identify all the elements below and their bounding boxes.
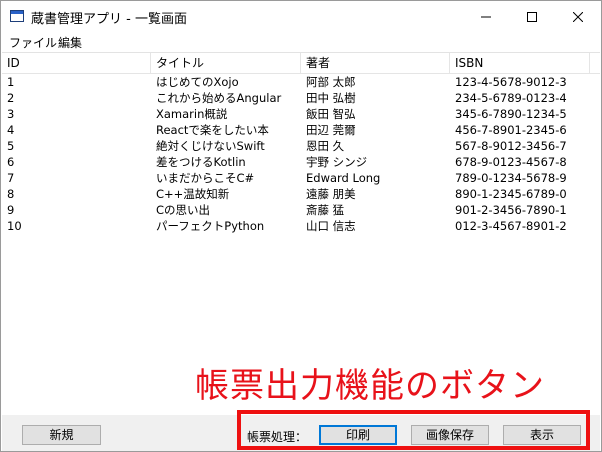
close-icon: [573, 11, 583, 22]
maximize-button[interactable]: [509, 1, 555, 32]
table-row[interactable]: 3 Xamarin概説 飯田 智弘 345-6-7890-1234-5: [2, 106, 600, 122]
table-row[interactable]: 10 パーフェクトPython 山口 信志 012-3-4567-8901-2: [2, 218, 600, 234]
table-row[interactable]: 8 C++温故知新 遠藤 朋美 890-1-2345-6789-0: [2, 186, 600, 202]
cell-author: 田辺 莞爾: [306, 123, 356, 137]
cell-title: C++温故知新: [156, 187, 230, 201]
cell-id: 2: [7, 91, 15, 105]
annotation-label: 帳票出力機能のボタン: [195, 366, 545, 406]
cell-author: 飯田 智弘: [306, 107, 356, 121]
cell-author: 恩田 久: [306, 139, 345, 153]
cell-isbn: 123-4-5678-9012-3: [455, 75, 567, 89]
cell-isbn: 567-8-9012-3456-7: [455, 139, 567, 153]
cell-isbn: 678-9-0123-4567-8: [455, 155, 567, 169]
annotation-highlight-box: [237, 410, 590, 450]
cell-id: 7: [7, 171, 15, 185]
cell-id: 10: [7, 219, 22, 233]
list-header: ID タイトル 著者 ISBN: [2, 53, 600, 74]
column-header-author[interactable]: 著者: [301, 53, 450, 73]
menu-edit[interactable]: 編集: [58, 34, 82, 51]
cell-id: 6: [7, 155, 15, 169]
cell-isbn: 234-5-6789-0123-4: [455, 91, 567, 105]
cell-title: はじめてのXojo: [156, 75, 239, 89]
app-window: 蔵書管理アプリ - 一覧画面 ファイル 編集 ID タイトル 著者 ISBN 1…: [0, 0, 602, 452]
cell-id: 5: [7, 139, 15, 153]
cell-title: Xamarin概説: [156, 107, 228, 121]
cell-isbn: 456-7-8901-2345-6: [455, 123, 567, 137]
new-button[interactable]: 新規: [22, 425, 101, 445]
cell-title: 差をつけるKotlin: [156, 155, 246, 169]
cell-author: 田中 弘樹: [306, 91, 356, 105]
minimize-icon: [481, 16, 491, 17]
cell-id: 4: [7, 123, 15, 137]
cell-title: いまだからこそC#: [156, 171, 255, 185]
cell-title: Reactで楽をしたい本: [156, 123, 269, 137]
column-header-id[interactable]: ID: [2, 53, 151, 73]
cell-id: 1: [7, 75, 15, 89]
column-header-isbn[interactable]: ISBN: [450, 53, 590, 73]
cell-id: 9: [7, 203, 15, 217]
close-button[interactable]: [555, 1, 601, 32]
cell-author: Edward Long: [306, 171, 381, 185]
cell-author: 宇野 シンジ: [306, 155, 368, 169]
cell-title: パーフェクトPython: [156, 219, 265, 233]
table-row[interactable]: 2 これから始めるAngular 田中 弘樹 234-5-6789-0123-4: [2, 90, 600, 106]
cell-id: 3: [7, 107, 15, 121]
maximize-icon: [527, 11, 537, 22]
cell-author: 斎藤 猛: [306, 203, 345, 217]
menu-file[interactable]: ファイル: [9, 34, 57, 51]
table-row[interactable]: 1 はじめてのXojo 阿部 太郎 123-4-5678-9012-3: [2, 74, 600, 90]
cell-title: Cの思い出: [156, 203, 211, 217]
title-bar[interactable]: 蔵書管理アプリ - 一覧画面: [1, 1, 601, 32]
cell-title: 絶対くじけないSwift: [156, 139, 265, 153]
cell-author: 山口 信志: [306, 219, 356, 233]
window-icon: [10, 10, 24, 22]
column-header-title[interactable]: タイトル: [151, 53, 301, 73]
window-title: 蔵書管理アプリ - 一覧画面: [31, 12, 187, 27]
cell-isbn: 901-2-3456-7890-1: [455, 203, 567, 217]
list-rows: 1 はじめてのXojo 阿部 太郎 123-4-5678-9012-3 2 これから始める…: [2, 74, 600, 234]
table-row[interactable]: 4 Reactで楽をしたい本 田辺 莞爾 456-7-8901-2345-6: [2, 122, 600, 138]
table-row[interactable]: 7 いまだからこそC# Edward Long 789-0-1234-5678-9: [2, 170, 600, 186]
table-row[interactable]: 5 絶対くじけないSwift 恩田 久 567-8-9012-3456-7: [2, 138, 600, 154]
cell-id: 8: [7, 187, 15, 201]
menu-bar: ファイル 編集: [1, 32, 601, 51]
table-row[interactable]: 9 Cの思い出 斎藤 猛 901-2-3456-7890-1: [2, 202, 600, 218]
cell-isbn: 345-6-7890-1234-5: [455, 107, 567, 121]
cell-author: 阿部 太郎: [306, 75, 356, 89]
minimize-button[interactable]: [463, 1, 509, 32]
cell-author: 遠藤 朋美: [306, 187, 356, 201]
cell-isbn: 890-1-2345-6789-0: [455, 187, 567, 201]
cell-isbn: 789-0-1234-5678-9: [455, 171, 567, 185]
table-row[interactable]: 6 差をつけるKotlin 宇野 シンジ 678-9-0123-4567-8: [2, 154, 600, 170]
cell-isbn: 012-3-4567-8901-2: [455, 219, 567, 233]
cell-title: これから始めるAngular: [156, 91, 282, 105]
